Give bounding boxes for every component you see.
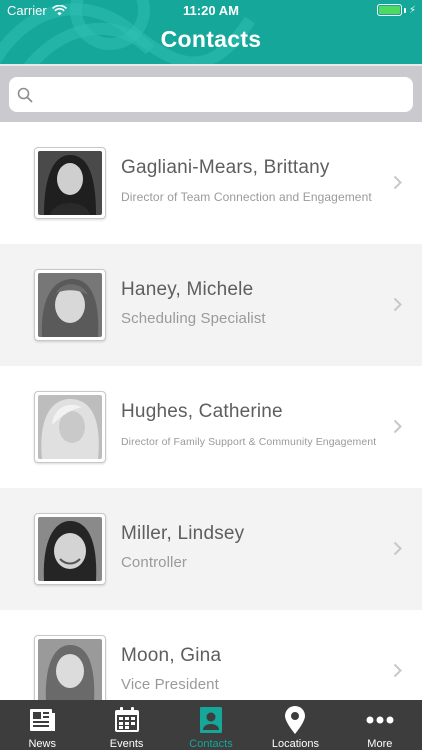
battery-icon — [376, 4, 402, 16]
charging-bolt-icon: ⚡ — [408, 4, 416, 16]
chevron-right-icon — [393, 175, 402, 190]
app-header: Carrier 11:20 AM ⚡ Contacts — [0, 0, 422, 64]
search-input[interactable] — [39, 77, 413, 112]
tab-contacts[interactable]: Contacts — [169, 700, 253, 750]
status-bar: Carrier 11:20 AM ⚡ — [0, 0, 422, 22]
search-icon — [17, 87, 33, 102]
contact-title: Scheduling Specialist — [121, 310, 266, 327]
avatar — [34, 391, 106, 463]
contact-name: Hughes, Catherine — [121, 401, 283, 422]
chevron-right-icon — [393, 541, 402, 556]
contact-photo-icon — [38, 395, 102, 459]
contact-row[interactable]: Gagliani-Mears, Brittany Director of Tea… — [0, 122, 422, 244]
contact-name: Miller, Lindsey — [121, 523, 245, 544]
contact-title: Director of Team Connection and Engageme… — [121, 190, 372, 204]
contacts-list: Gagliani-Mears, Brittany Director of Tea… — [0, 122, 422, 732]
newspaper-icon — [27, 705, 57, 735]
avatar — [34, 147, 106, 219]
tab-label: News — [28, 738, 56, 750]
more-icon — [365, 705, 395, 735]
contact-name: Moon, Gina — [121, 645, 222, 666]
contact-name: Gagliani-Mears, Brittany — [121, 157, 330, 178]
contact-photo-icon — [38, 639, 102, 703]
map-pin-icon — [280, 705, 310, 735]
tab-more[interactable]: More — [338, 700, 422, 750]
tab-label: Locations — [271, 738, 319, 750]
battery-indicator: ⚡ — [376, 4, 416, 16]
contact-row[interactable]: Haney, Michele Scheduling Specialist — [0, 244, 422, 366]
tab-label: Events — [109, 738, 144, 750]
search-field-container[interactable] — [9, 77, 413, 112]
contact-row[interactable]: Miller, Lindsey Controller — [0, 488, 422, 610]
status-time: 11:20 AM — [183, 3, 239, 18]
contact-title: Director of Family Support & Community E… — [121, 436, 377, 448]
contact-title: Controller — [121, 554, 188, 571]
contact-photo-icon — [38, 273, 102, 337]
calendar-icon — [112, 705, 142, 735]
chevron-right-icon — [393, 297, 402, 312]
contact-photo-icon — [38, 151, 102, 215]
tab-bar: News Events Contacts Locations More — [0, 700, 422, 750]
tab-locations[interactable]: Locations — [253, 700, 337, 750]
contact-icon — [196, 705, 226, 735]
avatar — [34, 635, 106, 707]
avatar — [34, 513, 106, 585]
page-title: Contacts — [160, 26, 262, 52]
tab-news[interactable]: News — [0, 700, 84, 750]
contact-row[interactable]: Hughes, Catherine Director of Family Sup… — [0, 366, 422, 488]
chevron-right-icon — [393, 419, 402, 434]
tab-label: More — [367, 738, 393, 750]
contact-name: Haney, Michele — [121, 279, 254, 300]
tab-events[interactable]: Events — [84, 700, 168, 750]
contact-photo-icon — [38, 517, 102, 581]
search-bar — [0, 64, 422, 122]
contact-title: Vice President — [121, 676, 219, 693]
chevron-right-icon — [393, 663, 402, 678]
avatar — [34, 269, 106, 341]
tab-label: Contacts — [189, 738, 233, 750]
